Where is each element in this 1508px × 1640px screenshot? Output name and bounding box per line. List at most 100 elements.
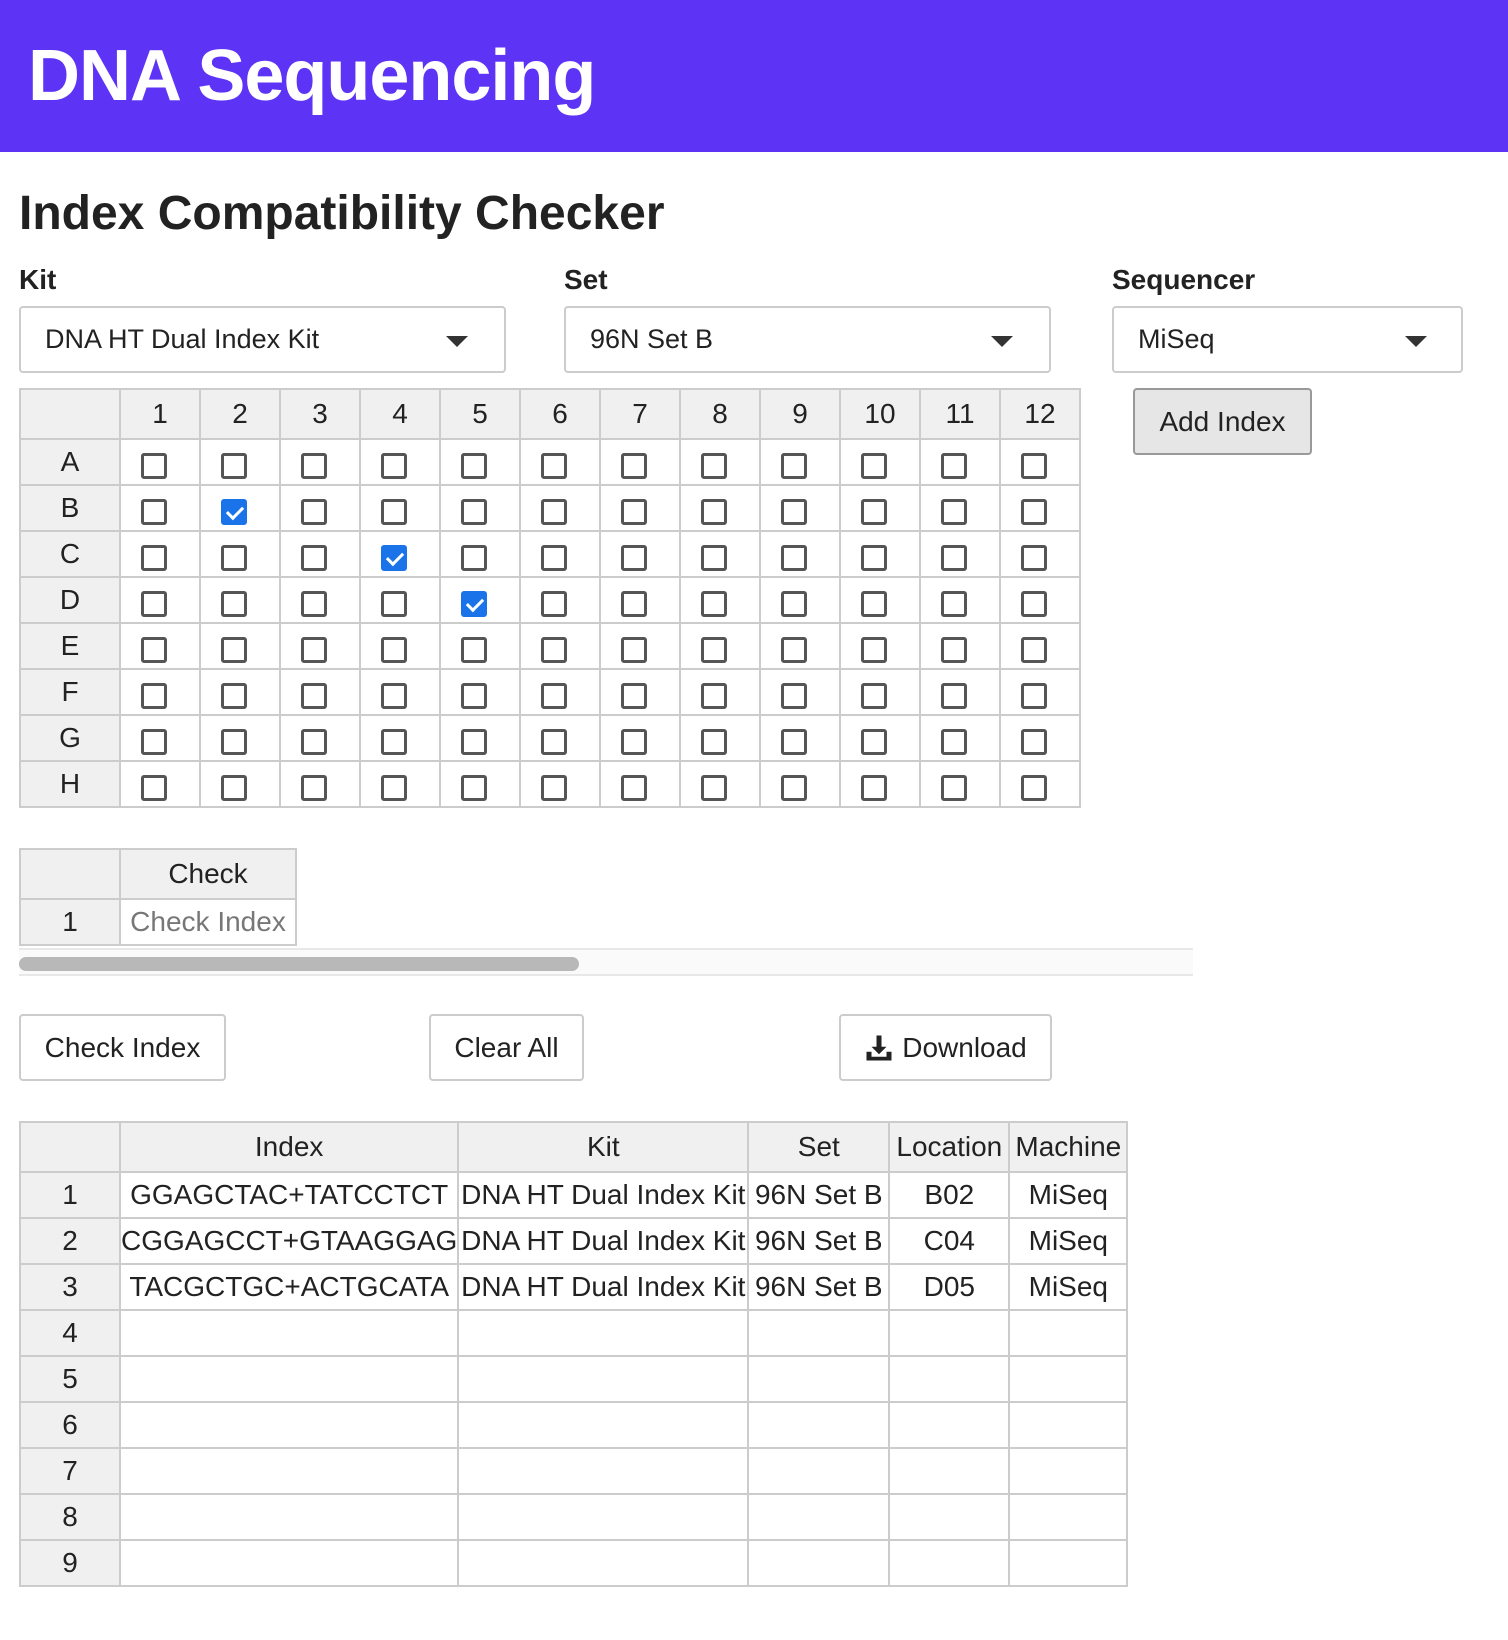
results-cell[interactable] <box>457 1309 750 1357</box>
results-cell[interactable] <box>1008 1447 1129 1495</box>
scrollbar-thumb[interactable] <box>19 957 579 971</box>
well-checkbox[interactable] <box>381 636 407 663</box>
well-checkbox[interactable] <box>541 498 567 525</box>
well-checkbox[interactable] <box>701 774 727 801</box>
well-checkbox[interactable] <box>221 452 247 479</box>
well-checkbox[interactable] <box>701 682 727 709</box>
well-checkbox[interactable] <box>1021 728 1047 755</box>
results-cell[interactable] <box>457 1493 750 1541</box>
check-index-button[interactable]: Check Index <box>19 1014 226 1081</box>
results-cell[interactable] <box>1008 1309 1129 1357</box>
results-cell[interactable] <box>118 1493 460 1541</box>
horizontal-scrollbar[interactable] <box>19 948 1193 976</box>
well-checkbox[interactable] <box>461 682 487 709</box>
well-checkbox[interactable] <box>621 498 647 525</box>
well-checkbox[interactable] <box>461 636 487 663</box>
well-checkbox[interactable] <box>1021 498 1047 525</box>
add-index-button[interactable]: Add Index <box>1133 388 1312 455</box>
results-cell[interactable]: CGGAGCCT+GTAAGGAG <box>118 1217 460 1265</box>
well-checkbox[interactable] <box>941 682 967 709</box>
well-checkbox[interactable] <box>1021 636 1047 663</box>
well-checkbox[interactable] <box>381 452 407 479</box>
results-cell[interactable] <box>747 1309 891 1357</box>
results-cell[interactable]: C04 <box>888 1217 1011 1265</box>
well-checkbox[interactable] <box>941 728 967 755</box>
set-select[interactable]: 96N Set B <box>564 306 1051 373</box>
results-cell[interactable]: DNA HT Dual Index Kit <box>457 1171 750 1219</box>
results-cell[interactable] <box>118 1309 460 1357</box>
well-checkbox[interactable] <box>381 590 407 617</box>
well-checkbox[interactable] <box>381 774 407 801</box>
results-cell[interactable] <box>457 1401 750 1449</box>
well-checkbox[interactable] <box>861 682 887 709</box>
well-checkbox[interactable] <box>541 452 567 479</box>
well-checkbox[interactable] <box>141 774 167 801</box>
well-checkbox[interactable] <box>221 728 247 755</box>
results-cell[interactable] <box>118 1539 460 1587</box>
well-checkbox[interactable] <box>781 498 807 525</box>
well-checkbox[interactable] <box>861 452 887 479</box>
well-checkbox[interactable] <box>381 498 407 525</box>
results-cell[interactable]: GGAGCTAC+TATCCTCT <box>118 1171 460 1219</box>
well-checkbox[interactable] <box>701 636 727 663</box>
well-checkbox[interactable] <box>621 636 647 663</box>
results-cell[interactable]: B02 <box>888 1171 1011 1219</box>
well-checkbox[interactable] <box>221 590 247 617</box>
well-checkbox[interactable] <box>141 590 167 617</box>
well-checkbox[interactable] <box>701 452 727 479</box>
well-checkbox[interactable] <box>621 774 647 801</box>
well-checkbox[interactable] <box>221 774 247 801</box>
well-checkbox[interactable] <box>1021 774 1047 801</box>
results-cell[interactable] <box>747 1539 891 1587</box>
results-cell[interactable] <box>118 1401 460 1449</box>
results-cell[interactable]: MiSeq <box>1008 1171 1129 1219</box>
well-checkbox[interactable] <box>381 544 407 571</box>
well-checkbox[interactable] <box>941 452 967 479</box>
well-checkbox[interactable] <box>861 774 887 801</box>
results-cell[interactable] <box>1008 1493 1129 1541</box>
well-checkbox[interactable] <box>701 590 727 617</box>
well-checkbox[interactable] <box>861 544 887 571</box>
well-checkbox[interactable] <box>541 682 567 709</box>
well-checkbox[interactable] <box>1021 544 1047 571</box>
well-checkbox[interactable] <box>301 544 327 571</box>
well-checkbox[interactable] <box>141 728 167 755</box>
results-cell[interactable] <box>1008 1539 1129 1587</box>
well-checkbox[interactable] <box>701 728 727 755</box>
well-checkbox[interactable] <box>381 682 407 709</box>
well-checkbox[interactable] <box>221 544 247 571</box>
well-checkbox[interactable] <box>781 544 807 571</box>
well-checkbox[interactable] <box>541 774 567 801</box>
results-cell[interactable] <box>747 1355 891 1403</box>
check-index-cell[interactable]: Check Index <box>119 898 297 946</box>
well-checkbox[interactable] <box>461 774 487 801</box>
well-checkbox[interactable] <box>301 774 327 801</box>
well-checkbox[interactable] <box>941 636 967 663</box>
results-cell[interactable] <box>1008 1401 1129 1449</box>
well-checkbox[interactable] <box>941 774 967 801</box>
well-checkbox[interactable] <box>781 636 807 663</box>
results-cell[interactable] <box>118 1355 460 1403</box>
results-cell[interactable] <box>747 1493 891 1541</box>
results-cell[interactable]: 96N Set B <box>747 1263 891 1311</box>
well-checkbox[interactable] <box>781 590 807 617</box>
well-checkbox[interactable] <box>541 636 567 663</box>
results-cell[interactable]: DNA HT Dual Index Kit <box>457 1217 750 1265</box>
results-cell[interactable] <box>1008 1355 1129 1403</box>
results-cell[interactable] <box>888 1401 1011 1449</box>
results-cell[interactable]: D05 <box>888 1263 1011 1311</box>
results-cell[interactable] <box>888 1355 1011 1403</box>
well-checkbox[interactable] <box>301 452 327 479</box>
well-checkbox[interactable] <box>301 636 327 663</box>
results-cell[interactable] <box>888 1447 1011 1495</box>
well-checkbox[interactable] <box>781 774 807 801</box>
results-cell[interactable] <box>457 1539 750 1587</box>
well-checkbox[interactable] <box>301 728 327 755</box>
well-checkbox[interactable] <box>541 544 567 571</box>
well-checkbox[interactable] <box>781 452 807 479</box>
well-checkbox[interactable] <box>141 498 167 525</box>
well-checkbox[interactable] <box>301 590 327 617</box>
well-checkbox[interactable] <box>621 544 647 571</box>
well-checkbox[interactable] <box>701 498 727 525</box>
well-checkbox[interactable] <box>541 590 567 617</box>
